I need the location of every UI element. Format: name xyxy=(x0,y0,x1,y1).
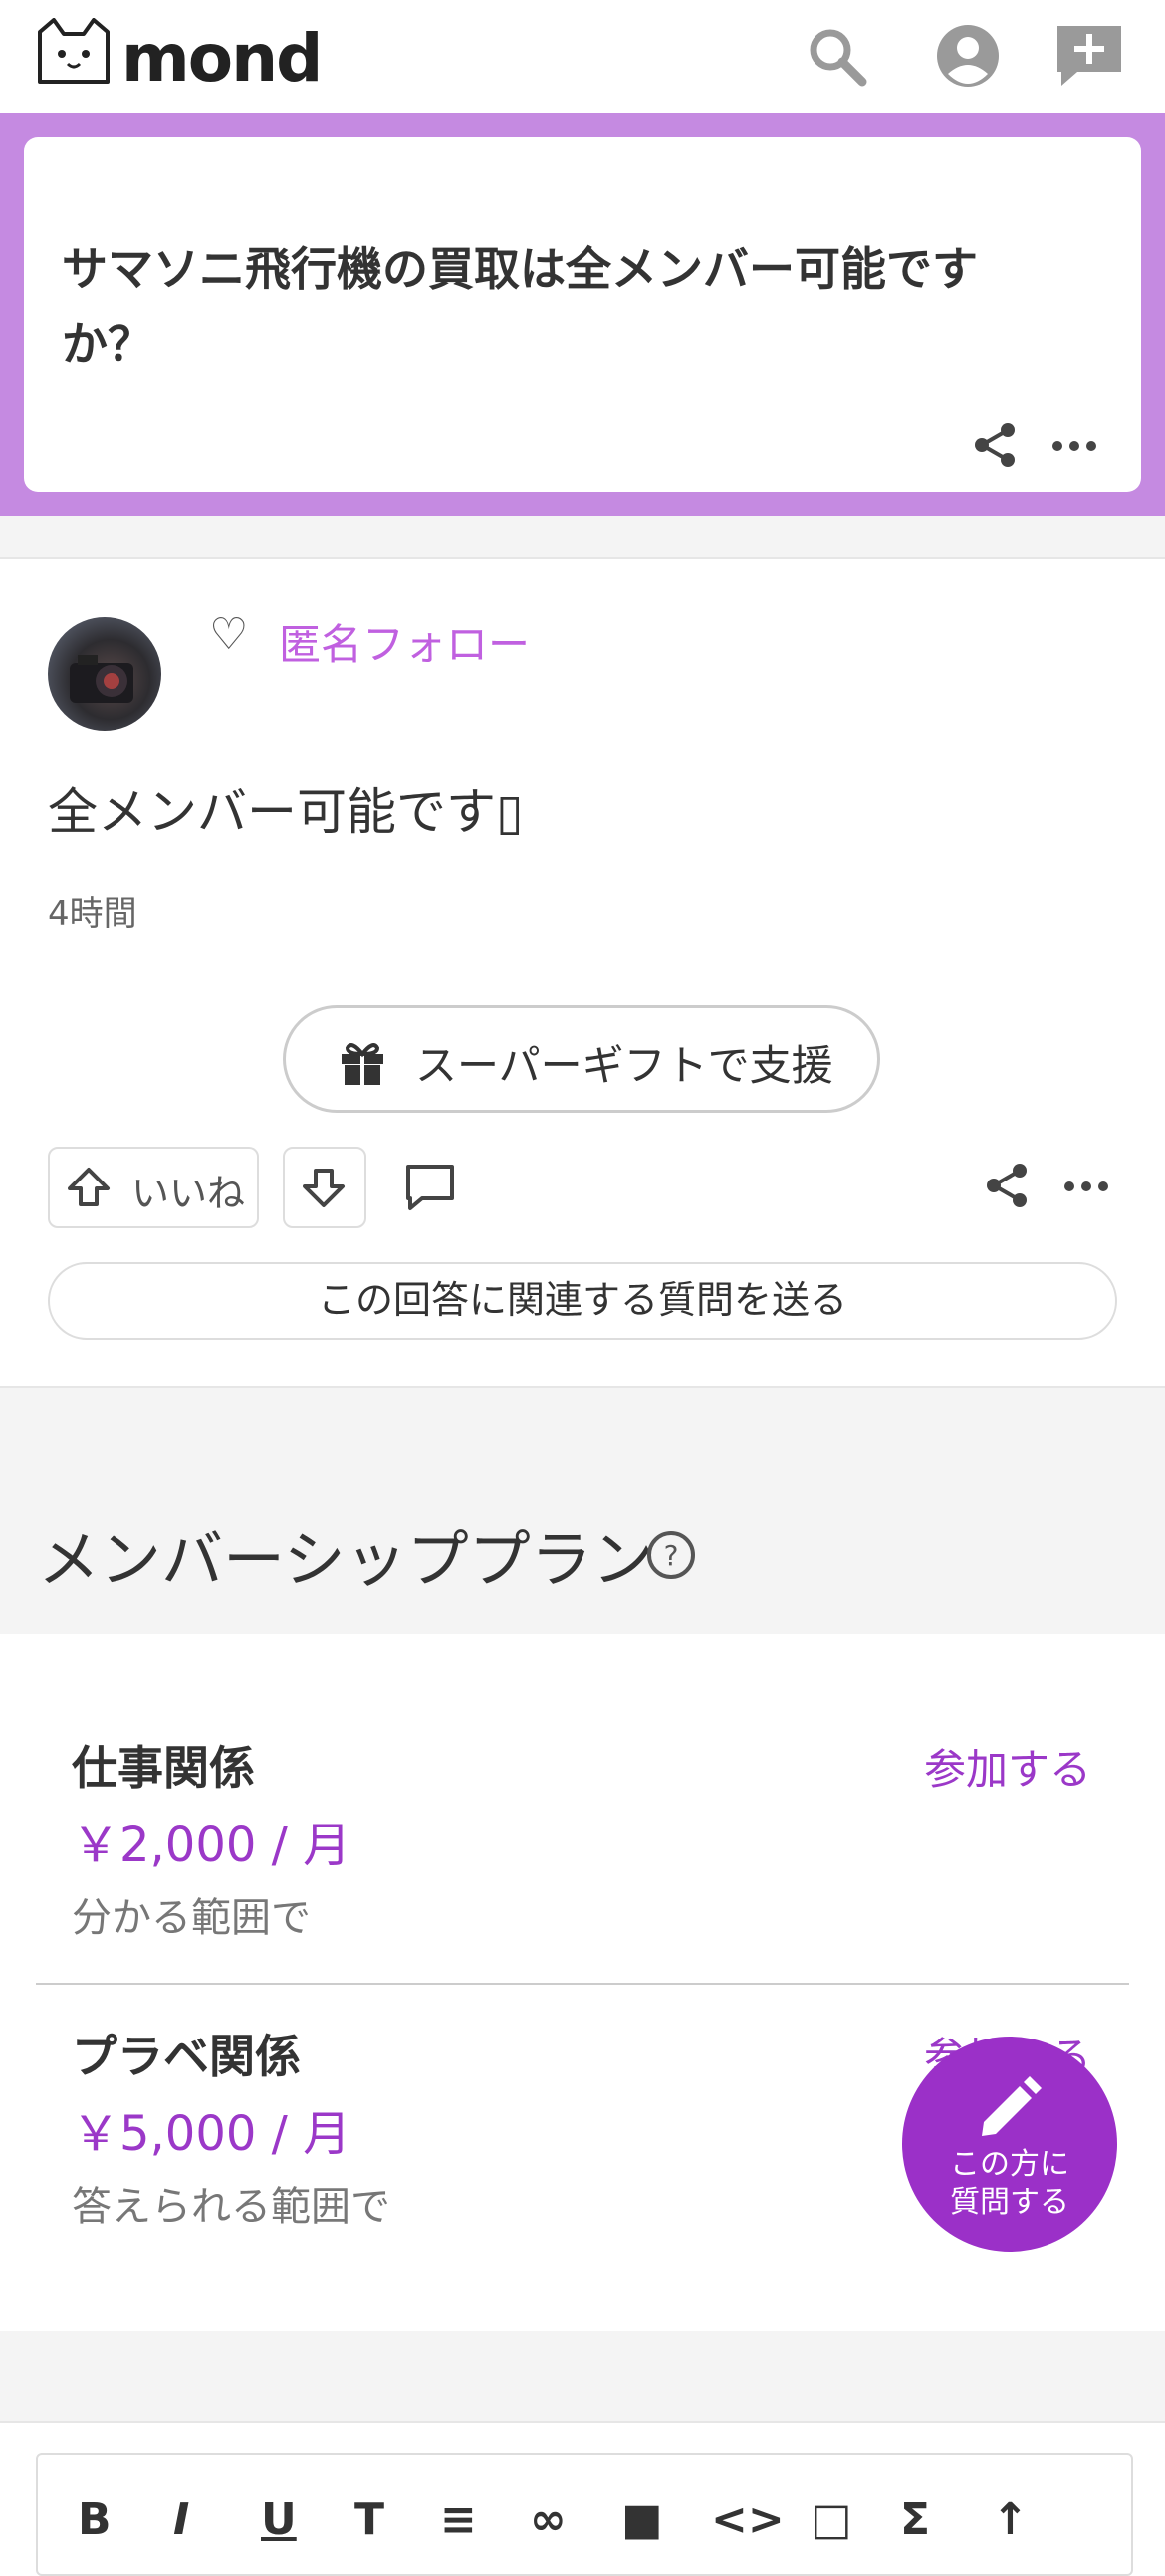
fab-label-line2: 質問する xyxy=(950,2185,1069,2220)
answer-text: 全メンバー可能です▯ xyxy=(48,783,524,841)
anonymous-follow-link[interactable]: 匿名フォロー xyxy=(279,611,530,672)
mond-logo[interactable]: mond xyxy=(34,18,352,98)
logo-wordmark: mond xyxy=(121,20,323,97)
share-icon[interactable] xyxy=(970,420,1020,470)
app-header: mond xyxy=(0,0,1165,113)
answerer-avatar[interactable] xyxy=(48,617,161,731)
plan-divider xyxy=(36,1983,1129,1985)
ask-question-fab[interactable]: この方に 質問する xyxy=(902,2037,1117,2252)
question-card: サマソニ飛行機の買取は全メンバー可能ですか？ xyxy=(24,137,1141,492)
question-banner: サマソニ飛行機の買取は全メンバー可能ですか？ xyxy=(0,113,1165,516)
downvote-button[interactable] xyxy=(283,1147,366,1228)
plan-description: 分かる範囲で xyxy=(72,1895,311,1941)
fab-label: この方に 質問する xyxy=(902,2146,1117,2222)
arrow-up-icon xyxy=(68,1168,110,1206)
gift-icon xyxy=(342,1043,383,1085)
fab-label-line1: この方に xyxy=(950,2147,1069,2182)
answer-share-icon[interactable] xyxy=(982,1161,1032,1210)
heart-icon[interactable]: ♡ xyxy=(209,609,248,660)
upvote-button[interactable]: いいね xyxy=(48,1147,259,1228)
arrow-down-icon xyxy=(303,1169,345,1207)
section-divider xyxy=(0,516,1165,559)
send-related-question-button[interactable]: この回答に関連する質問を送る xyxy=(48,1262,1117,1340)
plan-name: プラベ関係 xyxy=(72,2030,301,2083)
account-icon[interactable] xyxy=(934,22,1002,90)
super-gift-button[interactable]: スーパーギフトで支援 xyxy=(283,1005,880,1113)
cat-logo-icon xyxy=(38,18,110,84)
super-gift-label: スーパーギフトで支援 xyxy=(415,1041,833,1090)
answer-more-icon[interactable] xyxy=(1061,1167,1111,1206)
like-label: いいね xyxy=(131,1172,246,1215)
plan-name: 仕事関係 xyxy=(72,1741,255,1795)
section-divider xyxy=(0,2331,1165,2423)
help-icon[interactable]: ? xyxy=(645,1529,697,1581)
plan-card: 仕事関係 ￥2,000 / 月 分かる範囲で 参加する xyxy=(36,1732,1131,2021)
plan-price: ￥5,000 / 月 xyxy=(72,2106,351,2162)
add-question-icon[interactable] xyxy=(1055,22,1123,90)
question-title: サマソニ飛行機の買取は全メンバー可能ですか？ xyxy=(62,242,978,371)
pencil-icon xyxy=(982,2076,1042,2136)
plan-description: 答えられる範囲で xyxy=(72,2184,390,2230)
camera-photo-icon xyxy=(70,655,133,703)
svg-text:?: ? xyxy=(664,1539,679,1572)
more-icon[interactable] xyxy=(1049,426,1099,466)
answer-editor: B I U T ≡ ∞ ■ <> □ Σ ↑ xyxy=(36,2453,1133,2576)
join-plan-button[interactable]: 参加する xyxy=(924,1736,1091,1797)
search-icon[interactable] xyxy=(803,22,870,90)
comment-icon[interactable] xyxy=(402,1159,458,1214)
plan-price: ￥2,000 / 月 xyxy=(72,1818,351,1873)
membership-title: メンバーシッププラン xyxy=(38,1523,654,1596)
answer-timestamp: 4時間 xyxy=(48,894,137,934)
